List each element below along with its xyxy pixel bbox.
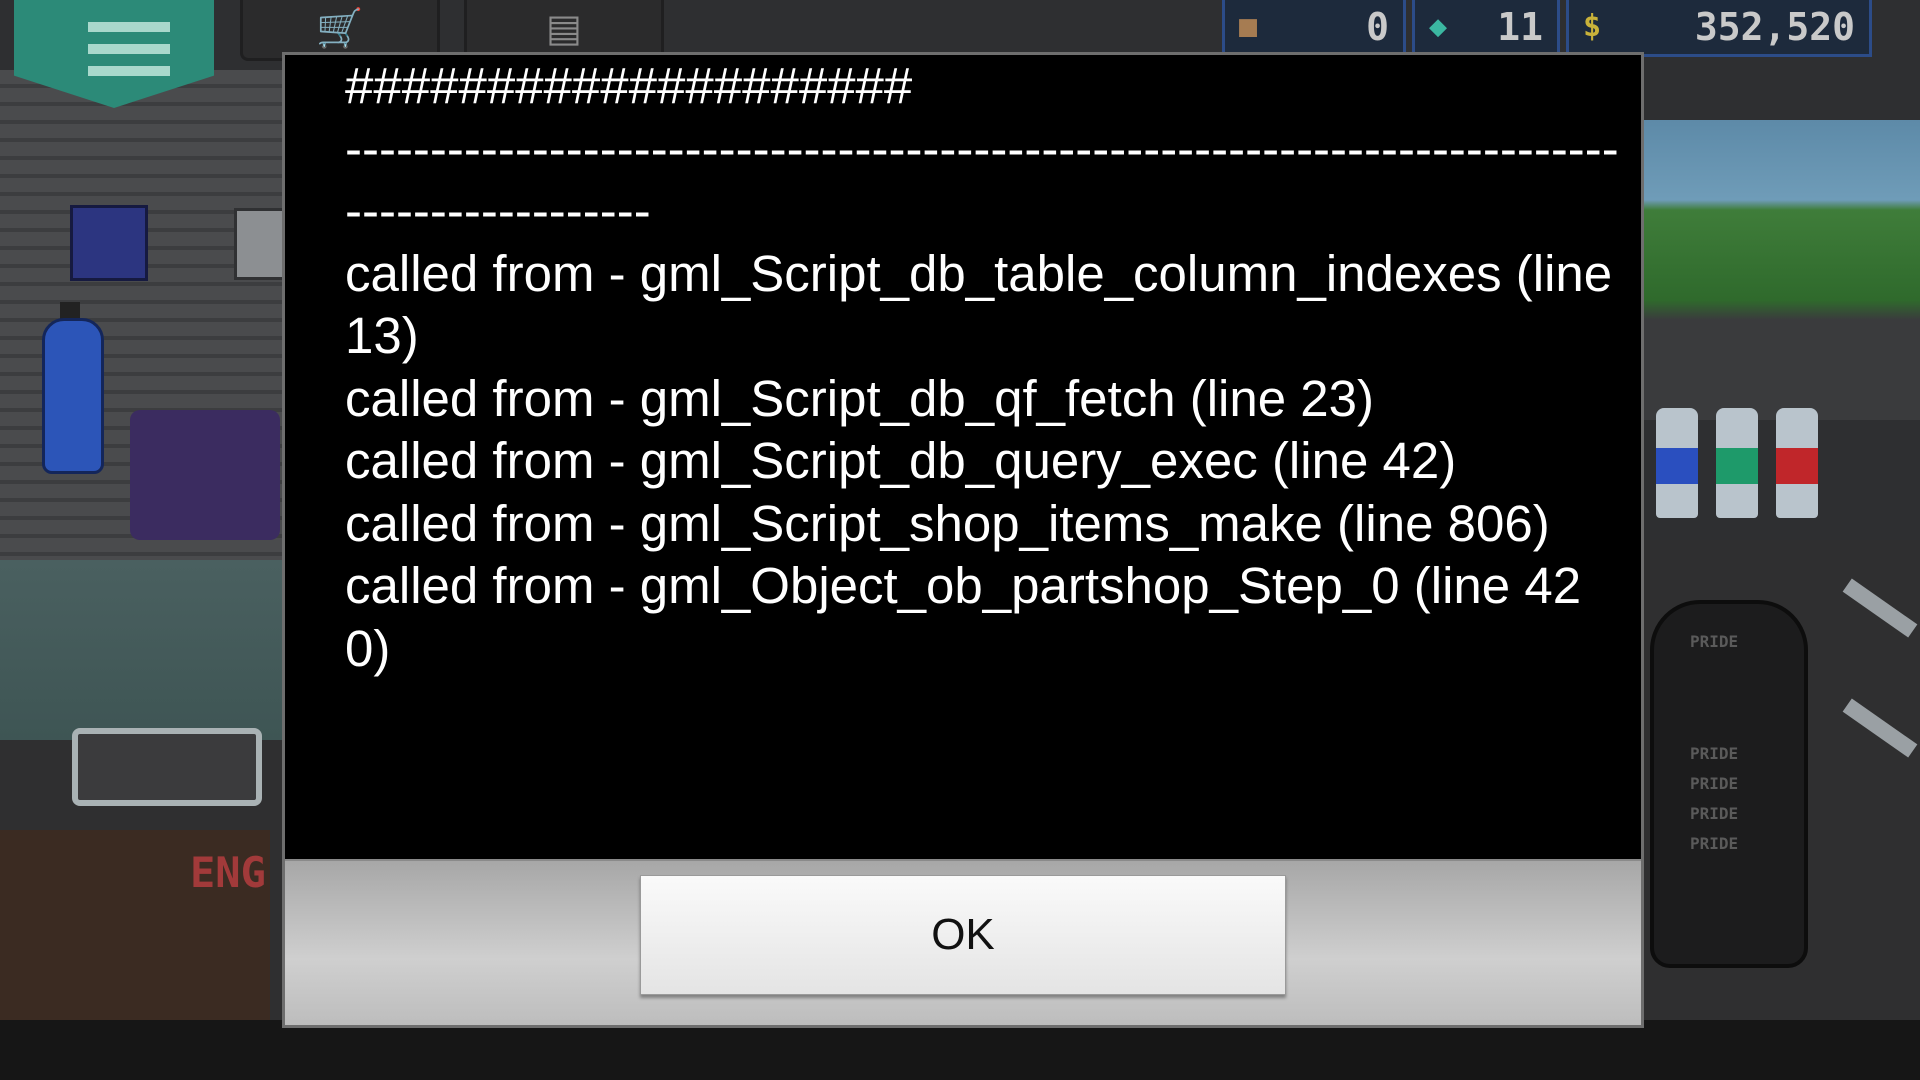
diamond-counter: ◆ 11 [1412,0,1560,57]
hamburger-menu-icon [88,22,170,88]
dollar-icon: $ [1583,9,1602,44]
garage-door-icon: ▤ [546,6,582,50]
crate-icon: ■ [1239,9,1258,44]
can-band [1656,448,1698,484]
money-counter: $ 352,520 [1566,0,1872,57]
bottom-bar [0,1020,1920,1080]
seat-brand-label: PRIDE [1690,632,1739,651]
error-message: #################### -------------------… [345,55,1625,855]
message-line: called from - gml_Object_ob_partshop_Ste… [345,557,1582,677]
diamond-icon: ◆ [1429,9,1448,44]
spray-can-green [1716,408,1758,518]
crate-count: 0 [1366,5,1389,49]
spray-can-blue [1656,408,1698,518]
error-dialog: #################### -------------------… [282,52,1644,1028]
wall-poster [70,205,148,281]
diamond-count: 11 [1497,5,1543,49]
message-line: ----------------------------------------… [345,119,1619,240]
ok-button[interactable]: OK [640,875,1286,995]
crate-counter: ■ 0 [1222,0,1406,57]
nitrous-tank [42,318,104,474]
message-line: called from - gml_Script_db_table_column… [345,244,1627,365]
shopping-cart-icon: 🛒 [316,6,364,50]
seat-brand-label: PRIDE [1690,744,1739,763]
seat-brand-label: PRIDE [1690,804,1739,823]
seat-brand-label: PRIDE [1690,774,1739,793]
can-band [1776,448,1818,484]
shop-window-right [1640,120,1920,420]
purple-seat [130,410,280,540]
message-line: #################### [345,57,913,114]
message-line: called from - gml_Script_shop_items_make… [345,494,1550,552]
eng-sign: ENG [190,848,266,897]
message-line: called from - gml_Script_db_qf_fetch (li… [345,369,1374,427]
dialog-button-bar: OK [285,859,1641,1025]
can-band [1716,448,1758,484]
intercooler-part [72,728,262,806]
money-amount: 352,520 [1694,5,1855,49]
message-line: called from - gml_Script_db_query_exec (… [345,432,1457,489]
seat-brand-label: PRIDE [1690,834,1739,853]
spray-can-red [1776,408,1818,518]
